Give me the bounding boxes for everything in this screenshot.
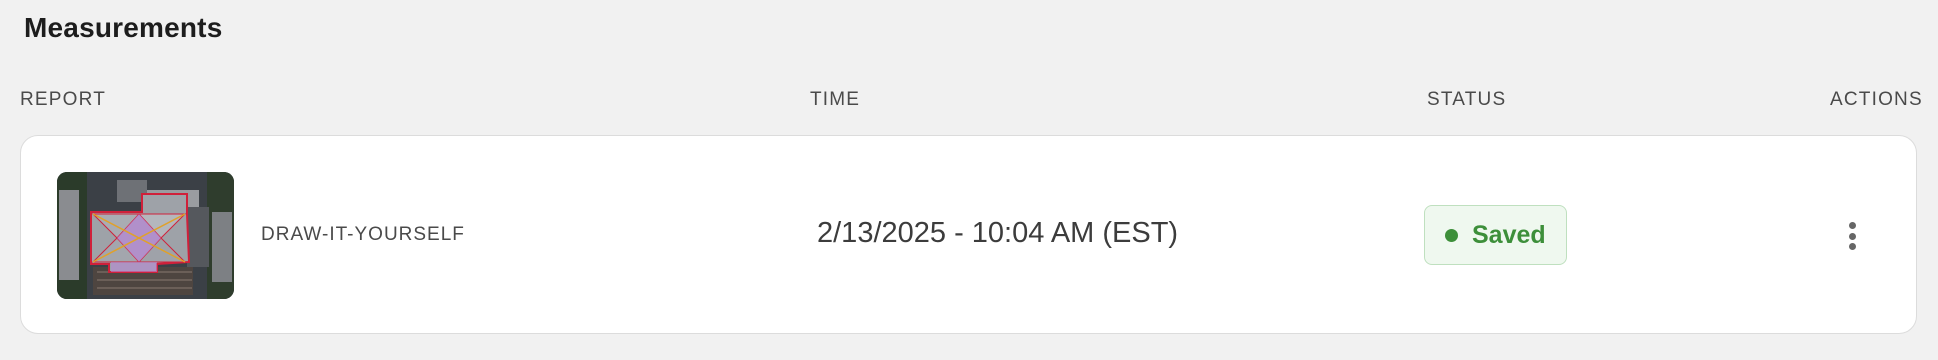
report-name[interactable]: DRAW-IT-YOURSELF [261, 224, 465, 246]
column-header-actions: ACTIONS [1830, 89, 1923, 110]
status-dot-icon [1445, 228, 1458, 242]
kebab-dot [1848, 232, 1856, 240]
roof-aerial-image [57, 172, 234, 299]
report-time: 2/13/2025 - 10:04 AM (EST) [817, 217, 1179, 249]
column-header-report: REPORT [20, 89, 107, 110]
column-header-time: TIME [810, 89, 861, 110]
kebab-dot [1848, 243, 1856, 250]
more-vertical-icon[interactable] [1837, 216, 1867, 256]
kebab-dot [1848, 222, 1856, 229]
status-label: Saved [1472, 220, 1546, 249]
page-title: Measurements [24, 12, 223, 43]
measurement-row[interactable]: DRAW-IT-YOURSELF 2/13/2025 - 10:04 AM (E… [20, 135, 1917, 334]
column-header-status: STATUS [1427, 89, 1507, 110]
status-badge: Saved [1424, 205, 1567, 265]
report-thumbnail[interactable] [57, 172, 234, 299]
